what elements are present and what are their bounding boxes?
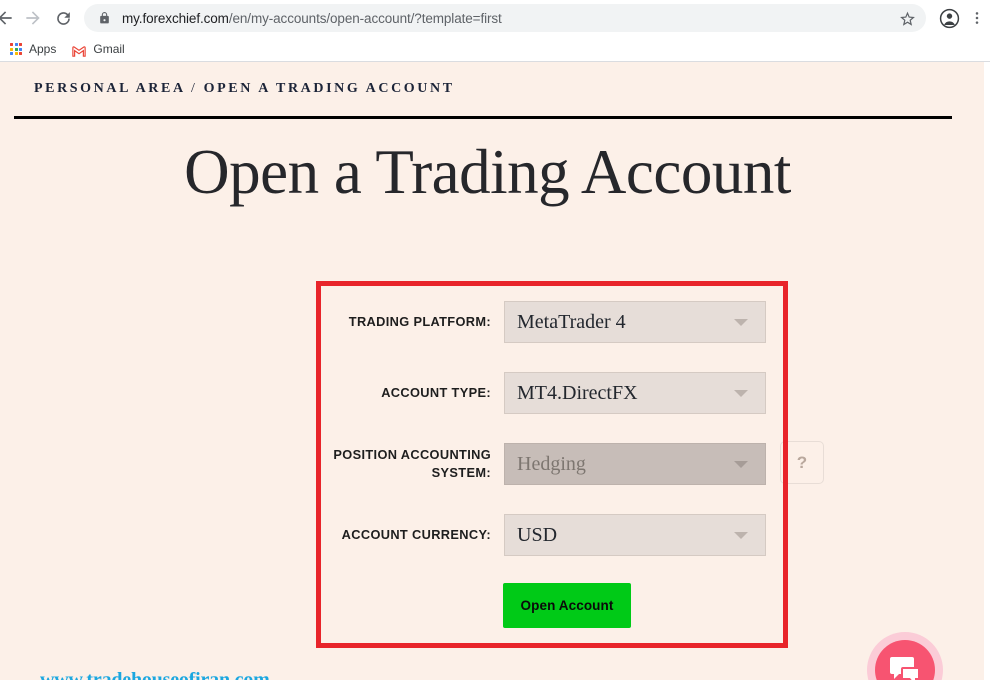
browser-toolbar: my.forexchief.com/en/my-accounts/open-ac… bbox=[0, 0, 990, 36]
select-position-accounting-system-value: Hedging bbox=[517, 452, 586, 475]
chevron-down-icon bbox=[734, 532, 748, 539]
label-account-type: ACCOUNT TYPE: bbox=[381, 384, 491, 400]
reload-icon bbox=[56, 11, 70, 25]
select-account-type-value: MT4.DirectFX bbox=[517, 381, 638, 404]
select-trading-platform[interactable]: MetaTrader 4 bbox=[504, 301, 766, 343]
open-account-form: TRADING PLATFORM: MetaTrader 4 ACCOUNT T… bbox=[316, 281, 824, 648]
select-position-accounting-system[interactable]: Hedging bbox=[504, 443, 766, 485]
chat-widget[interactable] bbox=[867, 632, 943, 680]
reload-button[interactable] bbox=[48, 3, 78, 33]
help-button[interactable]: ? bbox=[780, 441, 824, 484]
address-bar[interactable]: my.forexchief.com/en/my-accounts/open-ac… bbox=[84, 4, 926, 32]
form-row-account-currency: ACCOUNT CURRENCY: USD bbox=[316, 514, 766, 556]
bookmark-gmail[interactable]: Gmail bbox=[68, 38, 132, 60]
forward-arrow-icon bbox=[26, 11, 40, 25]
chat-bubble-secondary-icon bbox=[901, 667, 920, 680]
breadcrumb-divider bbox=[14, 116, 952, 119]
breadcrumb-separator: / bbox=[191, 81, 198, 96]
lock-icon bbox=[98, 11, 111, 25]
apps-grid-icon bbox=[10, 43, 22, 55]
account-avatar-icon bbox=[939, 8, 959, 28]
url-text: my.forexchief.com/en/my-accounts/open-ac… bbox=[122, 11, 893, 26]
label-pas-line1: POSITION ACCOUNTING bbox=[333, 446, 491, 462]
breadcrumb-parent[interactable]: PERSONAL AREA bbox=[34, 81, 185, 96]
form-row-account-type: ACCOUNT TYPE: MT4.DirectFX bbox=[316, 372, 766, 414]
chevron-down-icon bbox=[734, 461, 748, 468]
select-account-currency-value: USD bbox=[517, 523, 558, 546]
breadcrumb-current: OPEN A TRADING ACCOUNT bbox=[203, 81, 455, 96]
back-arrow-icon bbox=[0, 11, 12, 25]
page-content: PERSONAL AREA / OPEN A TRADING ACCOUNT O… bbox=[0, 62, 990, 680]
bookmark-apps[interactable]: Apps bbox=[6, 38, 64, 60]
form-row-trading-platform: TRADING PLATFORM: MetaTrader 4 bbox=[316, 301, 766, 343]
forward-button[interactable] bbox=[18, 3, 48, 33]
gmail-icon bbox=[72, 44, 87, 57]
chevron-down-icon bbox=[734, 390, 748, 397]
browser-chrome: my.forexchief.com/en/my-accounts/open-ac… bbox=[0, 0, 990, 62]
open-account-button[interactable]: Open Account bbox=[503, 583, 631, 628]
page-title: Open a Trading Account bbox=[184, 137, 791, 207]
bookmark-apps-label: Apps bbox=[29, 42, 57, 56]
chevron-down-icon bbox=[734, 319, 748, 326]
label-account-currency: ACCOUNT CURRENCY: bbox=[341, 526, 491, 542]
watermark-text: www.tradehouseofiran.com bbox=[40, 669, 270, 680]
bookmarks-bar: Apps Gmail bbox=[0, 36, 990, 62]
form-row-position-accounting-system: POSITION ACCOUNTING SYSTEM: Hedging bbox=[316, 443, 766, 485]
bookmark-gmail-label: Gmail bbox=[93, 42, 125, 56]
breadcrumb: PERSONAL AREA / OPEN A TRADING ACCOUNT bbox=[34, 81, 455, 97]
bookmark-star-icon[interactable] bbox=[899, 10, 916, 27]
label-pas-line2: SYSTEM: bbox=[431, 465, 491, 480]
select-account-currency[interactable]: USD bbox=[504, 514, 766, 556]
chrome-menu-button[interactable] bbox=[964, 9, 990, 27]
url-path: /en/my-accounts/open-account/?template=f… bbox=[228, 10, 502, 26]
url-host: my.forexchief.com bbox=[122, 10, 229, 26]
back-button[interactable] bbox=[0, 3, 18, 33]
select-account-type[interactable]: MT4.DirectFX bbox=[504, 372, 766, 414]
scrollbar-track[interactable] bbox=[984, 62, 990, 680]
profile-button[interactable] bbox=[934, 8, 964, 29]
select-trading-platform-value: MetaTrader 4 bbox=[517, 310, 626, 333]
help-button-label: ? bbox=[796, 452, 808, 472]
kebab-menu-icon bbox=[975, 12, 979, 24]
label-trading-platform: TRADING PLATFORM: bbox=[348, 313, 491, 329]
label-position-accounting-system: POSITION ACCOUNTING SYSTEM: bbox=[316, 446, 504, 482]
